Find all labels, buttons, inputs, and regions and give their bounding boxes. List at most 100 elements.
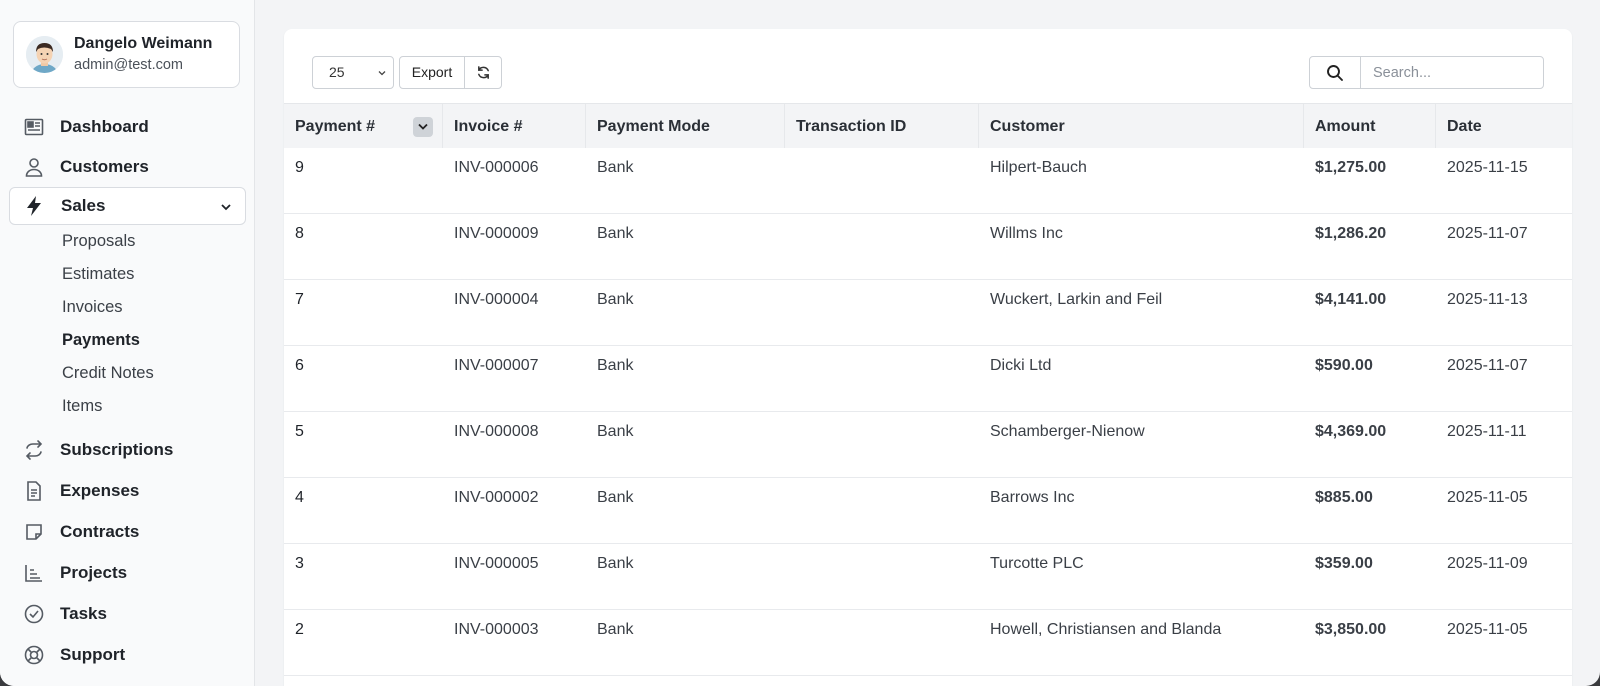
chevron-down-icon [378, 71, 386, 76]
cell-customer: Turcotte PLC [990, 555, 1084, 572]
nav-sub-credit-notes[interactable]: Credit Notes [62, 364, 154, 383]
cell-customer: Willms Inc [990, 225, 1063, 242]
user-name: Dangelo Weimann [74, 35, 213, 52]
cell-date: 2025-11-11 [1447, 423, 1527, 440]
cell-date: 2025-11-13 [1447, 291, 1528, 308]
cell-payment-mode: Bank [597, 423, 634, 440]
cell-customer: Wuckert, Larkin and Feil [990, 291, 1163, 308]
user-profile-card[interactable]: Dangelo Weimann admin@test.com [13, 21, 240, 88]
cell-payment: 6 [295, 357, 304, 374]
cell-invoice: INV-000009 [454, 225, 539, 242]
check-circle-icon [24, 604, 44, 624]
nav-sub-estimates[interactable]: Estimates [62, 265, 134, 284]
nav-projects[interactable]: Projects [9, 554, 246, 592]
nav-sales[interactable]: Sales [9, 187, 246, 225]
bolt-icon [27, 196, 41, 216]
cell-payment-mode: Bank [597, 159, 634, 176]
cell-invoice: INV-000002 [454, 489, 539, 506]
dashboard-icon [24, 118, 44, 136]
sort-toggle[interactable] [413, 117, 433, 137]
nav-subscriptions[interactable]: Subscriptions [9, 431, 246, 469]
nav-label: Subscriptions [60, 440, 174, 459]
table-row[interactable]: 9 INV-000006 Bank Hilpert-Bauch $1,275.00 202… [284, 148, 1572, 214]
cell-amount: $359.00 [1315, 555, 1373, 572]
page-size-value: 25 [329, 64, 345, 80]
cell-customer: Schamberger-Nienow [990, 423, 1145, 440]
table-row[interactable]: 7 INV-000004 Bank Wuckert, Larkin and Feil $… [284, 280, 1572, 346]
cell-payment: 2 [295, 621, 304, 638]
column-header-payment[interactable]: Payment # [284, 104, 443, 149]
cell-amount: $885.00 [1315, 489, 1373, 506]
app-window: Dangelo Weimann admin@test.com Dashboard… [0, 0, 1600, 686]
cell-amount: $1,286.20 [1315, 225, 1387, 242]
cell-amount: $4,369.00 [1315, 423, 1387, 440]
table-row[interactable]: 5 INV-000008 Bank Schamberger-Nienow $4,369.… [284, 412, 1572, 478]
document-icon [27, 481, 41, 501]
chevron-down-icon [418, 123, 428, 130]
cell-payment-mode: Bank [597, 225, 634, 242]
page-size-select[interactable]: 25 [312, 56, 394, 89]
nav-dashboard[interactable]: Dashboard [9, 108, 246, 146]
cell-date: 2025-11-09 [1447, 555, 1528, 572]
nav-contracts[interactable]: Contracts [9, 513, 246, 551]
cell-payment-mode: Bank [597, 291, 634, 308]
search-button[interactable] [1309, 56, 1361, 89]
cell-payment-mode: Bank [597, 555, 634, 572]
nav-sub-payments[interactable]: Payments [62, 331, 140, 350]
export-button[interactable]: Export [399, 56, 465, 89]
nav-label: Tasks [60, 604, 107, 623]
cell-customer: Hilpert-Bauch [990, 159, 1087, 176]
nav-expenses[interactable]: Expenses [9, 472, 246, 510]
nav-label: Customers [60, 157, 149, 176]
column-header-transaction-id[interactable]: Transaction ID [785, 104, 979, 149]
cell-amount: $1,275.00 [1315, 159, 1387, 176]
payments-table-card: 25 Export Payment # [284, 29, 1572, 686]
column-header-date[interactable]: Date [1436, 104, 1572, 149]
cell-payment: 9 [295, 159, 304, 176]
nav-sub-items[interactable]: Items [62, 397, 102, 416]
cell-invoice: INV-000008 [454, 423, 539, 440]
nav-label: Support [60, 645, 126, 664]
nav-support[interactable]: Support [9, 636, 246, 674]
column-header-amount[interactable]: Amount [1304, 104, 1436, 149]
user-icon [25, 158, 43, 177]
nav-customers[interactable]: Customers [9, 148, 246, 186]
cell-invoice: INV-000006 [454, 159, 539, 176]
nav-sub-invoices[interactable]: Invoices [62, 298, 123, 317]
nav-label: Projects [60, 563, 128, 582]
search-input[interactable] [1360, 56, 1544, 89]
cell-invoice: INV-000005 [454, 555, 539, 572]
table-row[interactable]: 8 INV-000009 Bank Willms Inc $1,286.20 2025-1… [284, 214, 1572, 280]
cell-payment: 8 [295, 225, 304, 242]
avatar [26, 36, 63, 73]
column-header-payment-mode[interactable]: Payment Mode [586, 104, 785, 149]
cell-amount: $3,850.00 [1315, 621, 1387, 638]
table-row[interactable]: 2 INV-000003 Bank Howell, Christiansen and … [284, 610, 1572, 676]
search-icon [1327, 65, 1343, 81]
nav-label: Dashboard [60, 117, 149, 136]
refresh-button[interactable] [464, 56, 502, 89]
cell-date: 2025-11-05 [1447, 621, 1528, 638]
table-header: Payment # Invoice # Payment Mode Transac… [284, 103, 1572, 149]
nav-label: Sales [61, 196, 106, 215]
repeat-icon [25, 440, 43, 460]
cell-payment: 5 [295, 423, 304, 440]
cell-payment: 3 [295, 555, 304, 572]
table-row[interactable]: 6 INV-000007 Bank Dicki Ltd $590.00 2025-11-0… [284, 346, 1572, 412]
chart-bar-icon [25, 565, 42, 582]
cell-customer: Howell, Christiansen and Blanda [990, 621, 1222, 638]
nav-tasks[interactable]: Tasks [9, 595, 246, 633]
cell-date: 2025-11-15 [1447, 159, 1528, 176]
user-email: admin@test.com [74, 57, 184, 73]
table-row[interactable]: 4 INV-000002 Bank Barrows Inc $885.00 2025-11… [284, 478, 1572, 544]
column-label: Payment # [295, 118, 376, 135]
table-row[interactable]: 3 INV-000005 Bank Turcotte PLC $359.00 2025-1… [284, 544, 1572, 610]
nav-label: Expenses [60, 481, 140, 500]
cell-payment-mode: Bank [597, 357, 634, 374]
cell-customer: Dicki Ltd [990, 357, 1052, 374]
column-header-customer[interactable]: Customer [979, 104, 1304, 149]
chevron-down-icon[interactable] [219, 200, 233, 214]
cell-invoice: INV-000007 [454, 357, 539, 374]
nav-sub-proposals[interactable]: Proposals [62, 232, 135, 251]
column-header-invoice[interactable]: Invoice # [443, 104, 586, 149]
